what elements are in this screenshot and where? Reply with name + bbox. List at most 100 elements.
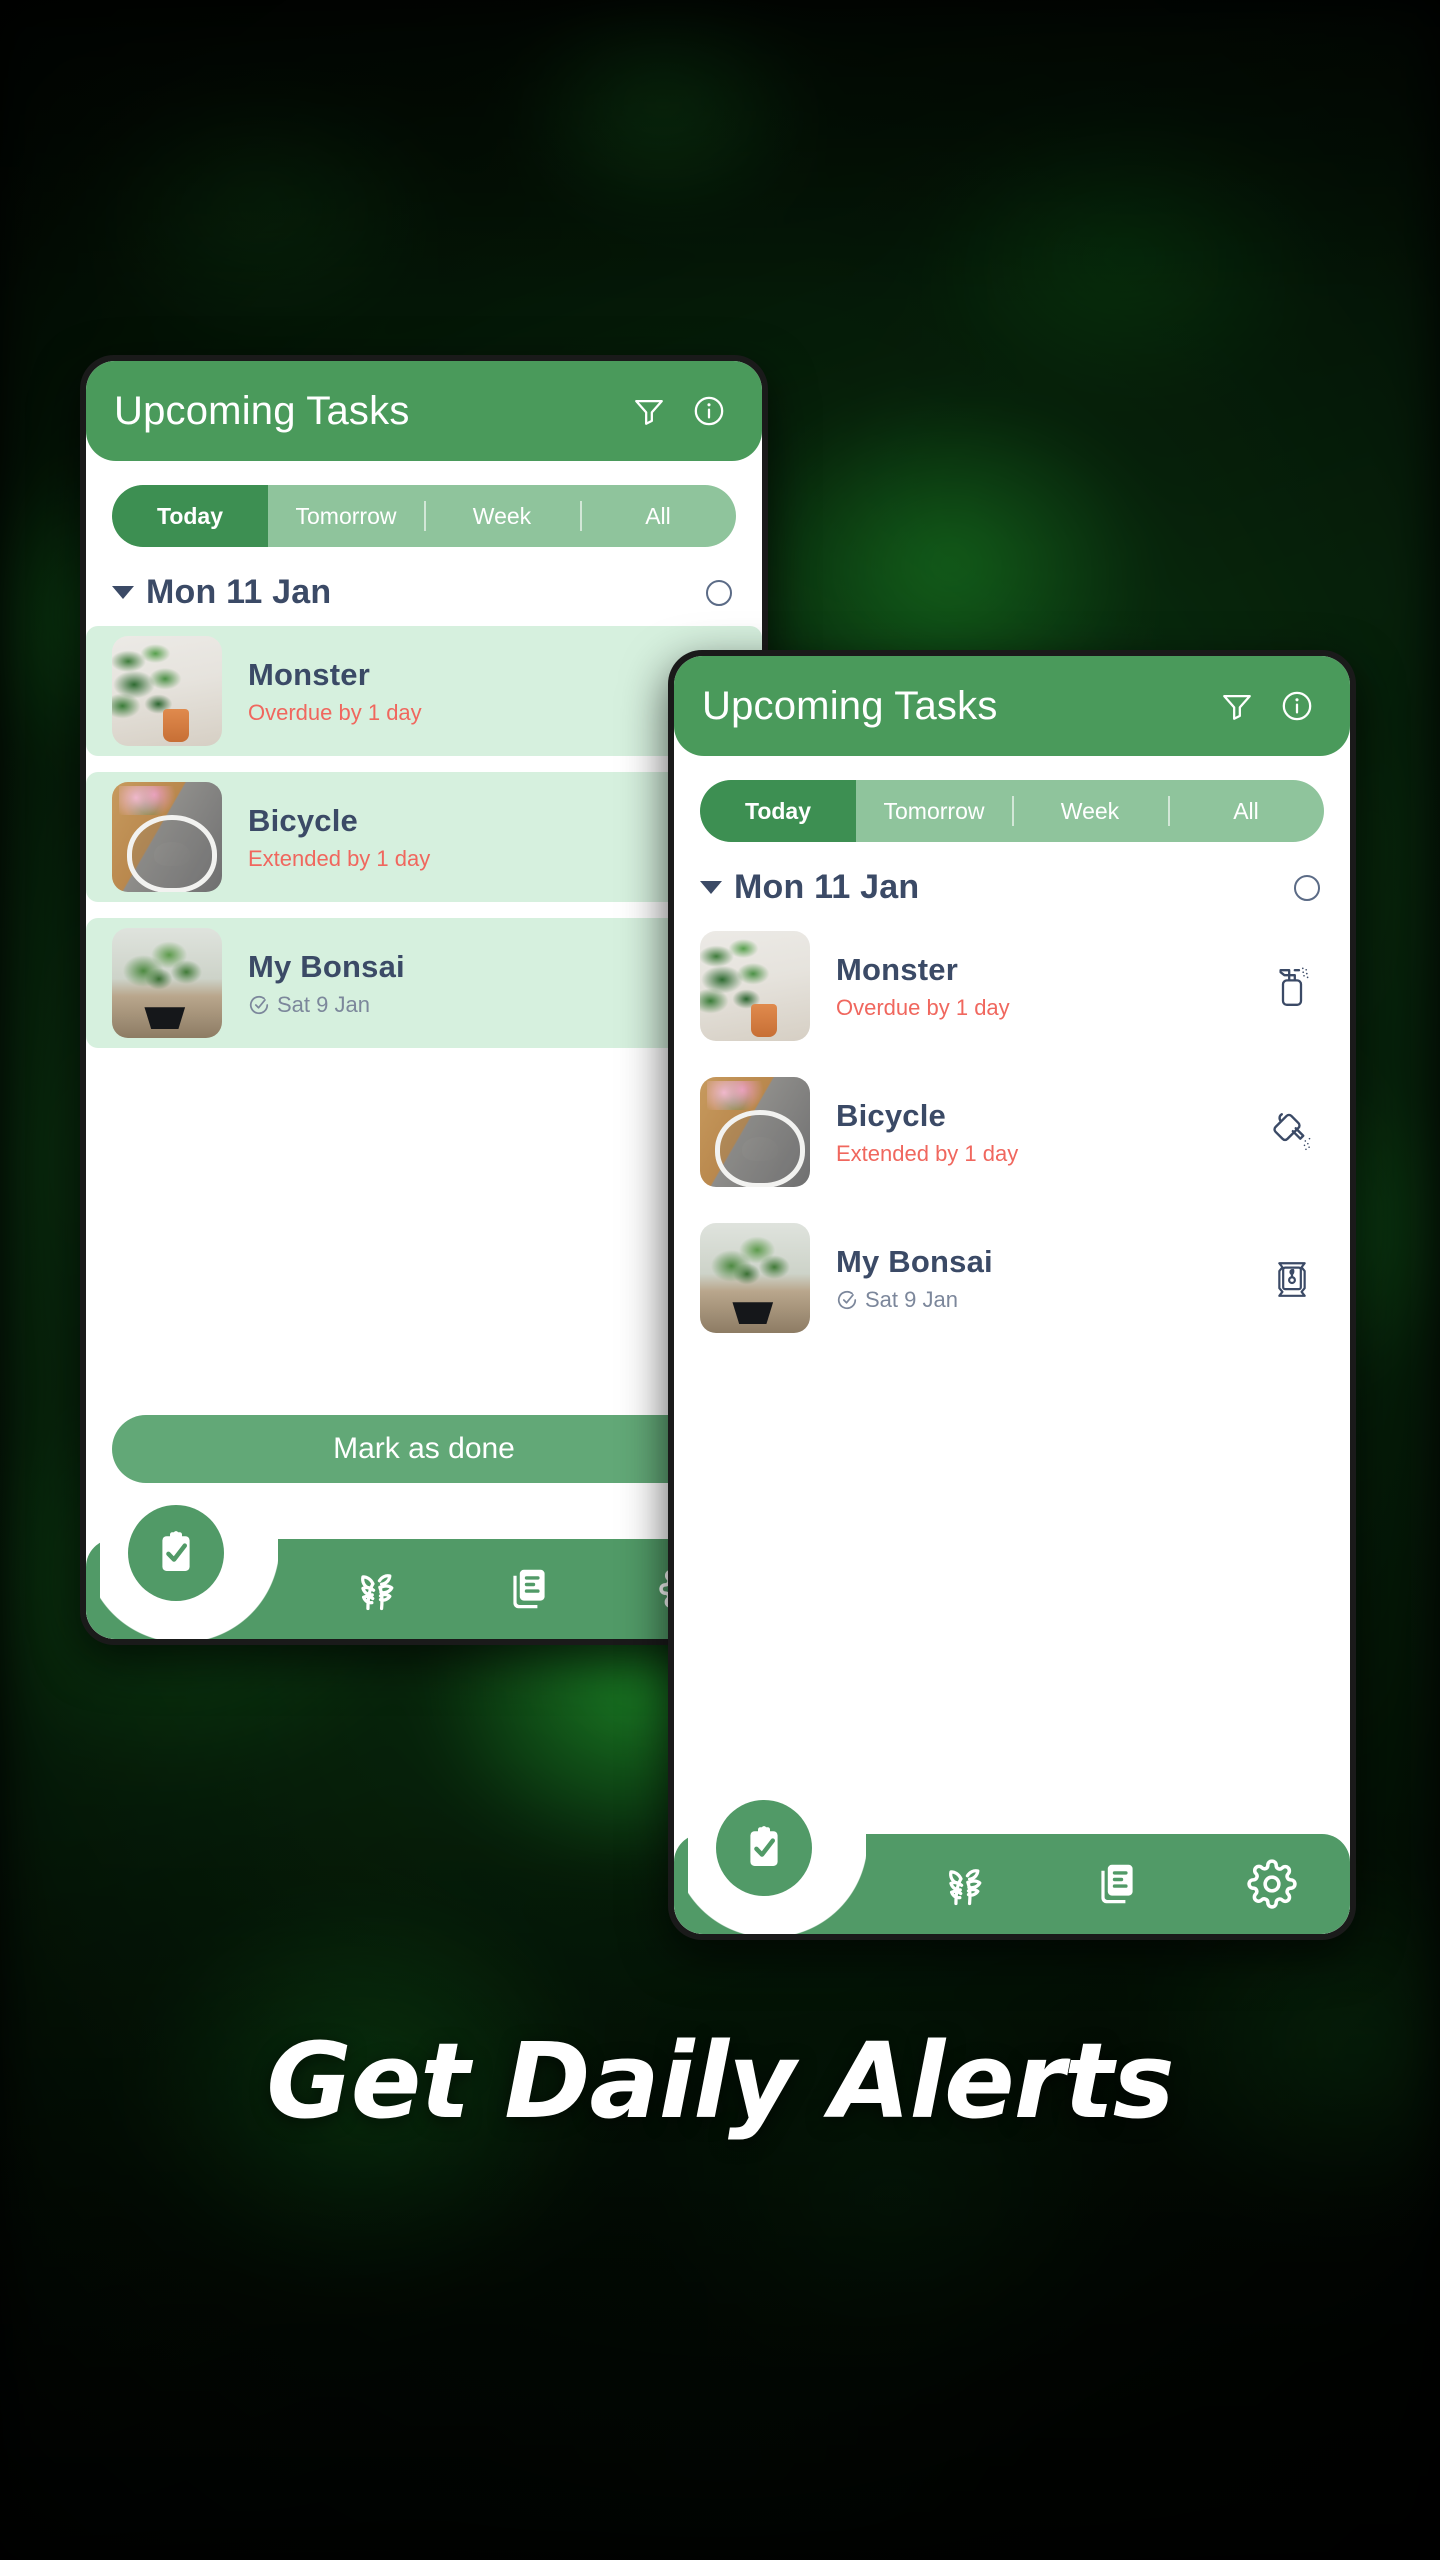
task-title: Bicycle bbox=[248, 802, 358, 838]
phone-mockup-back: Upcoming Tasks Today Tomorrow Week All M… bbox=[80, 355, 768, 1645]
tab-today[interactable]: Today bbox=[112, 485, 268, 547]
task-title: Bicycle bbox=[836, 1097, 946, 1133]
tab-bar: Today Tomorrow Week All bbox=[112, 485, 736, 547]
tab-bar-container: Today Tomorrow Week All bbox=[674, 756, 1350, 842]
info-circle-icon[interactable] bbox=[1274, 683, 1320, 729]
app-header: Upcoming Tasks bbox=[674, 656, 1350, 756]
app-header: Upcoming Tasks bbox=[86, 361, 762, 461]
tab-today[interactable]: Today bbox=[700, 780, 856, 842]
task-status-text: Extended by 1 day bbox=[248, 845, 431, 871]
task-row[interactable]: My Bonsai Sat 9 Jan bbox=[86, 918, 762, 1048]
tab-tomorrow[interactable]: Tomorrow bbox=[268, 485, 424, 547]
spray-bottle-icon[interactable] bbox=[1264, 958, 1320, 1014]
task-text: Monster Overdue by 1 day bbox=[248, 657, 650, 726]
task-text: Monster Overdue by 1 day bbox=[836, 952, 1238, 1021]
gear-glyph bbox=[1247, 1859, 1297, 1909]
filter-funnel-icon[interactable] bbox=[626, 388, 672, 434]
bottom-navigation bbox=[86, 1505, 762, 1639]
tab-all[interactable]: All bbox=[580, 485, 736, 547]
tab-week[interactable]: Week bbox=[424, 485, 580, 547]
phone-mockup-front: Upcoming Tasks Today Tomorrow Week All M… bbox=[668, 650, 1356, 1940]
task-row[interactable]: Monster Overdue by 1 day bbox=[674, 921, 1350, 1051]
journal-glyph bbox=[1101, 1864, 1133, 1904]
clipboard-check-icon[interactable] bbox=[128, 1505, 224, 1601]
mark-done-container: Mark as done bbox=[86, 1415, 762, 1507]
tab-label: Tomorrow bbox=[883, 797, 985, 824]
date-group-label: Mon 11 Jan bbox=[734, 868, 920, 906]
fertilizer-bag-glyph bbox=[1278, 1262, 1306, 1297]
task-text: Bicycle Extended by 1 day bbox=[836, 1098, 1238, 1167]
tab-tomorrow[interactable]: Tomorrow bbox=[856, 780, 1012, 842]
task-thumbnail bbox=[112, 636, 222, 746]
bottom-nav-items bbox=[884, 1834, 1350, 1934]
journal-glyph bbox=[513, 1569, 545, 1609]
chevron-down-icon[interactable] bbox=[112, 586, 134, 599]
filter-funnel-icon[interactable] bbox=[1214, 683, 1260, 729]
journal-icon[interactable] bbox=[1039, 1834, 1194, 1934]
plants-glyph bbox=[360, 1574, 394, 1611]
task-row[interactable]: Monster Overdue by 1 day bbox=[86, 626, 762, 756]
tab-label: Today bbox=[156, 502, 224, 529]
tab-label: Week bbox=[1060, 797, 1120, 824]
watering-can-icon[interactable] bbox=[1264, 1104, 1320, 1160]
circle-unchecked-icon[interactable] bbox=[1294, 874, 1320, 901]
tab-label: All bbox=[1233, 797, 1259, 824]
plants-icon[interactable] bbox=[296, 1539, 451, 1639]
promo-screenshot: Upcoming Tasks Today Tomorrow Week All M… bbox=[0, 0, 1440, 2560]
gear-icon[interactable] bbox=[1195, 1834, 1350, 1934]
task-status-text: Extended by 1 day bbox=[836, 1140, 1019, 1166]
app-screen-front: Upcoming Tasks Today Tomorrow Week All M… bbox=[674, 656, 1350, 1934]
check-circle-icon bbox=[837, 1290, 857, 1309]
task-status-text: Sat 9 Jan bbox=[865, 1286, 958, 1312]
date-group-header[interactable]: Mon 11 Jan bbox=[86, 547, 762, 622]
plants-icon[interactable] bbox=[884, 1834, 1039, 1934]
clipboard-check-glyph bbox=[162, 1531, 190, 1571]
date-group-header[interactable]: Mon 11 Jan bbox=[674, 842, 1350, 917]
task-row[interactable]: My Bonsai Sat 9 Jan bbox=[674, 1213, 1350, 1343]
info-circle-icon[interactable] bbox=[686, 388, 732, 434]
task-text: Bicycle Extended by 1 day bbox=[248, 803, 650, 872]
task-title: My Bonsai bbox=[836, 1243, 993, 1279]
task-thumbnail bbox=[700, 1223, 810, 1333]
circle-unchecked-icon[interactable] bbox=[706, 579, 732, 606]
fertilizer-bag-icon[interactable] bbox=[1264, 1250, 1320, 1306]
task-status-text: Sat 9 Jan bbox=[277, 991, 370, 1017]
plants-glyph bbox=[948, 1869, 982, 1906]
mark-as-done-button[interactable]: Mark as done bbox=[112, 1415, 736, 1483]
task-thumbnail bbox=[112, 928, 222, 1038]
chevron-down-icon[interactable] bbox=[700, 881, 722, 894]
tab-bar-container: Today Tomorrow Week All bbox=[86, 461, 762, 547]
task-row[interactable]: Bicycle Extended by 1 day bbox=[86, 772, 762, 902]
tab-label: Tomorrow bbox=[295, 502, 397, 529]
promo-headline: Get Daily Alerts bbox=[266, 2020, 1174, 2142]
task-status: Sat 9 Jan bbox=[248, 992, 650, 1018]
task-status: Extended by 1 day bbox=[836, 1141, 1238, 1167]
tab-week[interactable]: Week bbox=[1012, 780, 1168, 842]
page-title: Upcoming Tasks bbox=[114, 388, 410, 433]
watering-can-glyph bbox=[1273, 1113, 1311, 1151]
tab-all[interactable]: All bbox=[1168, 780, 1324, 842]
journal-icon[interactable] bbox=[451, 1539, 606, 1639]
task-thumbnail bbox=[112, 782, 222, 892]
task-status: Overdue by 1 day bbox=[248, 700, 650, 726]
task-row[interactable]: Bicycle Extended by 1 day bbox=[674, 1067, 1350, 1197]
tab-label: Today bbox=[744, 797, 812, 824]
page-title: Upcoming Tasks bbox=[702, 683, 998, 728]
date-group-label: Mon 11 Jan bbox=[146, 573, 332, 611]
task-text: My Bonsai Sat 9 Jan bbox=[248, 949, 650, 1018]
task-list: Monster Overdue by 1 day Bicycle Extende… bbox=[86, 622, 762, 1415]
tab-label: Week bbox=[472, 502, 532, 529]
tab-label: All bbox=[645, 502, 671, 529]
spray-bottle-glyph bbox=[1279, 967, 1309, 1006]
bottom-navigation bbox=[674, 1800, 1350, 1934]
clipboard-check-icon[interactable] bbox=[716, 1800, 812, 1896]
task-list: Monster Overdue by 1 day Bicycle Extende… bbox=[674, 917, 1350, 1802]
clipboard-check-glyph bbox=[750, 1826, 778, 1866]
task-thumbnail bbox=[700, 1077, 810, 1187]
tab-bar: Today Tomorrow Week All bbox=[700, 780, 1324, 842]
task-status-text: Overdue by 1 day bbox=[248, 699, 422, 725]
app-screen-back: Upcoming Tasks Today Tomorrow Week All M… bbox=[86, 361, 762, 1639]
task-title: Monster bbox=[836, 951, 958, 987]
task-title: Monster bbox=[248, 656, 370, 692]
check-circle-icon bbox=[249, 995, 269, 1014]
